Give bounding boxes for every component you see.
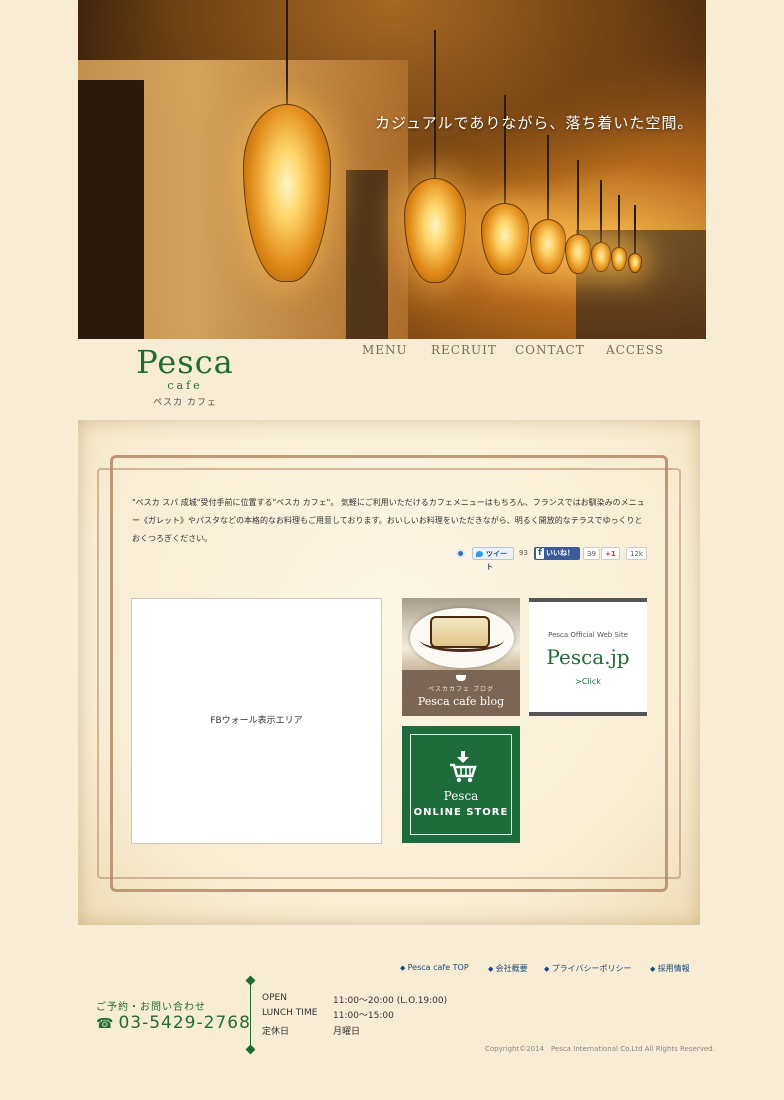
nav-recruit[interactable]: RECRUIT bbox=[431, 343, 497, 357]
hours-value-open: 11:00～20:00 (L.O.19:00) bbox=[333, 996, 448, 1006]
hero-door bbox=[78, 80, 144, 339]
nav-contact[interactable]: CONTACT bbox=[515, 343, 585, 357]
facebook-like-button[interactable]: いいね！ bbox=[534, 547, 580, 560]
tweet-count: 93 bbox=[519, 549, 528, 557]
nav-menu[interactable]: MENU bbox=[362, 343, 408, 357]
phone-number-text: 03-5429-2768 bbox=[118, 1013, 251, 1033]
official-site-title: Pesca.jp bbox=[546, 645, 630, 669]
hero-window bbox=[346, 170, 388, 339]
blog-label: ペスカカフェ ブログ Pesca cafe blog bbox=[402, 670, 520, 716]
official-site-banner[interactable]: Pesca Official Web Site Pesca.jp >Click bbox=[529, 598, 647, 716]
store-title: Pesca bbox=[443, 789, 479, 803]
hero-caption: カジュアルでありながら、落ち着いた空間。 bbox=[375, 114, 694, 132]
footer-divider bbox=[250, 980, 251, 1050]
hours-value-closed: 月曜日 bbox=[333, 1027, 361, 1037]
logo-word: Pesca bbox=[136, 343, 234, 381]
hours-label-closed: 定休日 bbox=[262, 1027, 290, 1037]
pendant-lamp-icon bbox=[404, 30, 466, 285]
pendant-lamp-icon bbox=[565, 160, 591, 285]
footer-link-recruit[interactable]: 採用情報 bbox=[650, 963, 690, 974]
pendant-lamp-icon bbox=[243, 0, 331, 285]
phone-icon: ☎ bbox=[96, 1016, 115, 1032]
site-logo[interactable]: Pesca cafe ペスカ カフェ bbox=[130, 344, 240, 408]
blog-label-jp: ペスカカフェ ブログ bbox=[428, 686, 494, 693]
pendant-lamp-icon bbox=[591, 180, 611, 285]
footer-link-privacy[interactable]: プライバシーポリシー bbox=[544, 963, 632, 974]
facebook-wall-area: FBウォール表示エリア bbox=[131, 598, 382, 844]
shopping-cart-icon bbox=[450, 751, 477, 783]
hours-value-lunch: 11:00～15:00 bbox=[333, 1011, 394, 1021]
nav-access[interactable]: ACCESS bbox=[606, 343, 664, 357]
official-site-caption: Pesca Official Web Site bbox=[548, 631, 628, 639]
footer-link-company[interactable]: 会社概要 bbox=[488, 963, 528, 974]
contact-heading: ご予約・お問い合わせ bbox=[96, 1002, 206, 1013]
tweet-button[interactable]: ツイート bbox=[472, 547, 514, 571]
pendant-lamp-icon bbox=[611, 195, 627, 285]
fbwall-label: FBウォール表示エリア bbox=[210, 716, 303, 726]
plus-count: 12k bbox=[626, 547, 647, 560]
blog-photo bbox=[402, 598, 520, 670]
blog-label-en: Pesca cafe blog bbox=[417, 695, 505, 708]
logo-kana: ペスカ カフェ bbox=[153, 398, 217, 408]
store-subtitle: ONLINE STORE bbox=[413, 807, 509, 818]
copyright: Copyright©2014 Pesca International Co.Lt… bbox=[485, 1045, 715, 1053]
pendant-lamp-icon bbox=[628, 205, 642, 285]
hours-label-open: OPEN bbox=[262, 993, 287, 1003]
official-site-click: >Click bbox=[575, 677, 601, 686]
phone-number[interactable]: ☎ 03-5429-2768 bbox=[96, 1013, 251, 1033]
like-count: 39 bbox=[583, 547, 600, 560]
hero-image: カジュアルでありながら、落ち着いた空間。 bbox=[78, 0, 706, 339]
intro-text: "ペスカ スパ 成城"受付手前に位置する"ペスカ カフェ"。 気軽にご利用いただ… bbox=[132, 498, 645, 543]
footer-link-top[interactable]: Pesca cafe TOP bbox=[400, 963, 469, 972]
logo-sub: cafe bbox=[167, 379, 203, 392]
online-store-banner[interactable]: Pesca ONLINE STORE bbox=[402, 726, 520, 843]
share-dot-icon[interactable] bbox=[456, 549, 465, 558]
coffee-cup-icon bbox=[456, 675, 466, 681]
google-plus-button[interactable]: +1 bbox=[601, 547, 620, 560]
pendant-lamp-icon bbox=[530, 135, 566, 285]
blog-banner[interactable]: ペスカカフェ ブログ Pesca cafe blog bbox=[402, 598, 520, 716]
hours-label-lunch: LUNCH TIME bbox=[262, 1008, 318, 1018]
